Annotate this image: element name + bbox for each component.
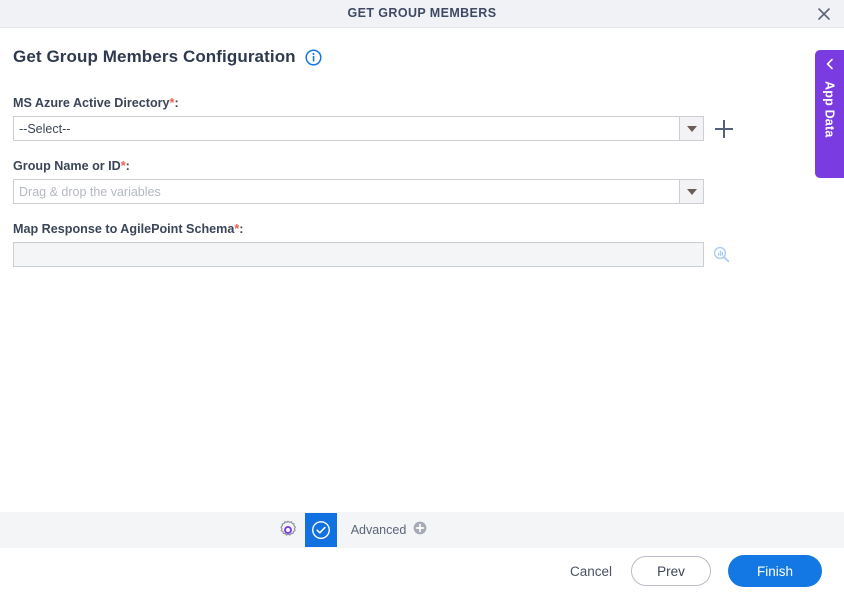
control-row: Drag & drop the variables xyxy=(13,179,773,204)
app-data-tab[interactable]: App Data xyxy=(815,50,844,178)
field-group-name-or-id: Group Name or ID*: Drag & drop the varia… xyxy=(13,158,773,204)
chevron-down-icon[interactable] xyxy=(679,117,703,140)
advanced-label: Advanced xyxy=(350,523,407,537)
advanced-button[interactable]: Advanced xyxy=(351,521,428,540)
field-label: Map Response to AgilePoint Schema*: xyxy=(13,221,773,237)
window-title-bar: GET GROUP MEMBERS xyxy=(0,0,844,28)
map-response-schema-input[interactable] xyxy=(13,242,704,267)
dialog-footer: Cancel Prev Finish xyxy=(0,548,844,594)
page-title: Get Group Members Configuration xyxy=(13,47,296,66)
control-row: --Select-- xyxy=(13,116,773,141)
page-header: Get Group Members Configuration xyxy=(13,47,322,67)
label-colon: : xyxy=(239,222,244,236)
prev-button[interactable]: Prev xyxy=(631,556,711,586)
field-map-response-to-agilepoint-schema: Map Response to AgilePoint Schema*: xyxy=(13,221,773,267)
toolbar-inner: Advanced xyxy=(271,513,428,547)
chevron-down-icon[interactable] xyxy=(679,180,703,203)
field-label: MS Azure Active Directory*: xyxy=(13,95,773,111)
close-icon[interactable] xyxy=(812,3,836,25)
finish-button[interactable]: Finish xyxy=(728,555,822,587)
ms-azure-active-directory-dropdown[interactable]: --Select-- xyxy=(13,116,704,141)
field-label-text: Map Response to AgilePoint Schema xyxy=(13,222,235,236)
check-circle-icon[interactable] xyxy=(304,513,337,547)
search-schema-icon[interactable] xyxy=(712,246,730,264)
plus-circle-icon[interactable] xyxy=(413,521,427,540)
field-label-text: Group Name or ID xyxy=(13,159,121,173)
app-data-label: App Data xyxy=(822,81,837,138)
group-name-or-id-field[interactable]: Drag & drop the variables xyxy=(13,179,704,204)
info-icon[interactable] xyxy=(305,48,322,66)
field-label: Group Name or ID*: xyxy=(13,158,773,174)
label-colon: : xyxy=(125,159,130,173)
window-title: GET GROUP MEMBERS xyxy=(347,6,497,20)
dropdown-selected-value: --Select-- xyxy=(14,117,679,140)
control-row xyxy=(13,242,773,267)
field-label-text: MS Azure Active Directory xyxy=(13,96,170,110)
configuration-form: MS Azure Active Directory*: --Select-- G… xyxy=(13,95,773,284)
field-ms-azure-active-directory: MS Azure Active Directory*: --Select-- xyxy=(13,95,773,141)
chevron-left-icon xyxy=(824,57,836,75)
cancel-button[interactable]: Cancel xyxy=(568,560,614,583)
group-name-or-id-placeholder: Drag & drop the variables xyxy=(14,180,679,203)
plus-icon[interactable] xyxy=(715,119,733,138)
label-colon: : xyxy=(174,96,179,110)
gear-icon[interactable] xyxy=(271,513,305,547)
bottom-toolbar: Advanced xyxy=(0,512,844,548)
